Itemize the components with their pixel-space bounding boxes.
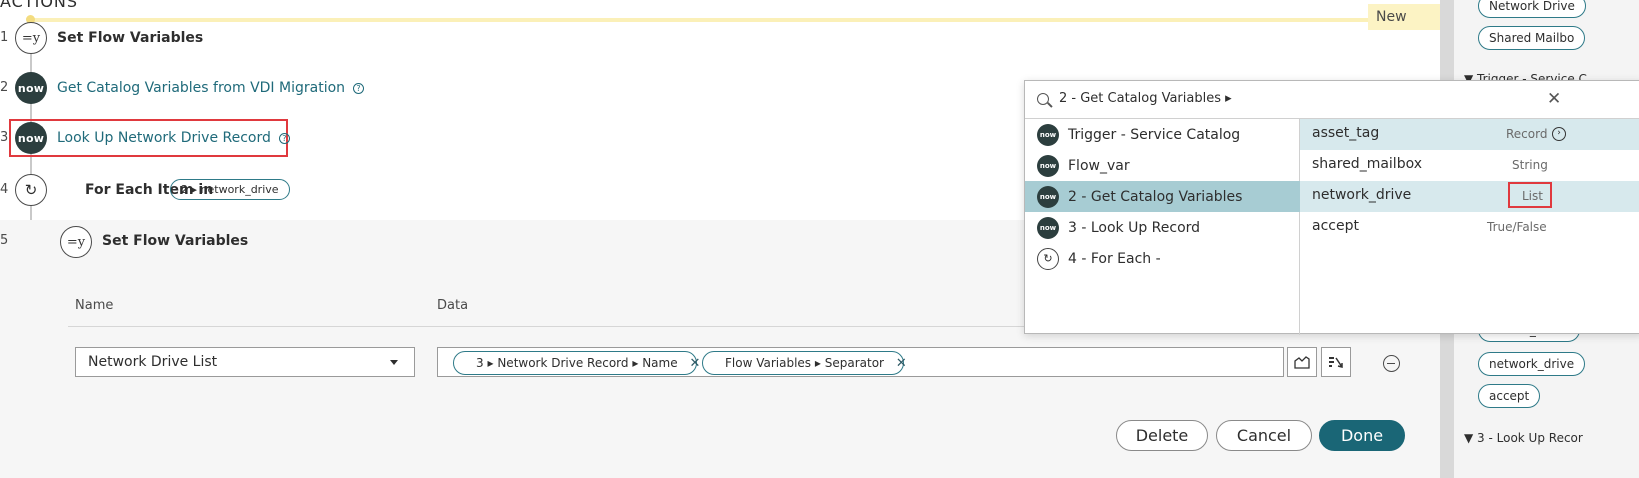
close-icon[interactable]: ✕	[1547, 89, 1561, 109]
highlight-box	[1508, 182, 1552, 208]
now-icon: now	[1037, 216, 1059, 239]
remove-row-icon[interactable]	[1383, 355, 1400, 372]
help-icon[interactable]: ?	[278, 132, 290, 144]
now-icon: now	[1037, 185, 1059, 208]
search-icon	[1037, 93, 1049, 105]
section-title: ACTIONS	[0, 0, 79, 11]
panel-title: Set Flow Variables	[102, 233, 249, 249]
done-button[interactable]: Done	[1319, 420, 1405, 451]
column-header-data: Data	[437, 298, 469, 313]
variable-name-select[interactable]: Network Drive List	[75, 347, 415, 377]
data-picker-icon	[1329, 357, 1343, 368]
list-item[interactable]: asset_tag Record ›	[1300, 119, 1639, 150]
search-input[interactable]: 2 - Get Catalog Variables ▸	[1059, 91, 1232, 106]
list-item[interactable]: now Flow_var	[1025, 150, 1300, 181]
now-icon: now	[1037, 154, 1059, 177]
data-picker-popup: 2 - Get Catalog Variables ▸ ✕ now Trigge…	[1024, 80, 1639, 335]
loop-icon: ↻	[1037, 247, 1059, 270]
list-item[interactable]: now 2 - Get Catalog Variables	[1025, 181, 1300, 212]
now-icon: now	[15, 72, 47, 104]
list-item[interactable]: now 3 - Look Up Record	[1025, 212, 1300, 243]
step-link[interactable]: Get Catalog Variables from VDI Migration…	[57, 80, 365, 96]
step-label[interactable]: Set Flow Variables	[57, 30, 203, 46]
data-pill[interactable]: 3 ▸ Network Drive Record ▸ Name ✕	[453, 351, 700, 375]
step-label[interactable]: Get Catalog Variables from VDI Migration	[57, 80, 345, 96]
step-number: 5	[0, 233, 9, 248]
help-icon[interactable]: ?	[353, 82, 365, 94]
delete-button[interactable]: Delete	[1116, 420, 1208, 451]
picker-search[interactable]: 2 - Get Catalog Variables ▸ ✕	[1025, 81, 1639, 119]
close-icon[interactable]: ✕	[896, 356, 907, 371]
data-pill[interactable]: network_drive	[1478, 352, 1586, 376]
new-insert-bar[interactable]	[30, 18, 1440, 22]
script-toggle-button[interactable]	[1287, 347, 1317, 377]
now-icon: now	[1037, 123, 1059, 146]
step-number: 1	[0, 30, 9, 45]
close-icon[interactable]: ✕	[689, 356, 700, 371]
step-link[interactable]: Look Up Network Drive Record?	[57, 130, 290, 146]
data-pill[interactable]: Flow Variables ▸ Separator ✕	[702, 351, 907, 375]
data-pill[interactable]: Network Drive	[1478, 0, 1586, 18]
data-input[interactable]: 3 ▸ Network Drive Record ▸ Name ✕ Flow V…	[437, 347, 1284, 377]
set-variables-icon: =y	[15, 22, 47, 54]
loop-icon: ↻	[15, 174, 47, 206]
script-icon	[1294, 356, 1310, 369]
picker-source-list: now Trigger - Service Catalog now Flow_v…	[1025, 119, 1300, 335]
step-label[interactable]: Look Up Network Drive Record	[57, 130, 271, 146]
chevron-right-icon[interactable]: ›	[1552, 127, 1566, 141]
cancel-button[interactable]: Cancel	[1216, 420, 1312, 451]
list-item[interactable]: network_drive List	[1300, 181, 1639, 212]
section-header[interactable]: ▼ 3 - Look Up Recor	[1464, 431, 1583, 445]
list-item[interactable]: accept True/False	[1300, 212, 1639, 243]
data-pill[interactable]: accept	[1478, 384, 1541, 408]
list-item[interactable]: ↻ 4 - For Each -	[1025, 243, 1300, 274]
list-item[interactable]: now Trigger - Service Catalog	[1025, 119, 1300, 150]
data-pill[interactable]: 2 ▸ network_drive	[170, 179, 290, 200]
data-picker-button[interactable]	[1321, 347, 1351, 377]
set-variables-icon: =y	[60, 226, 92, 258]
chevron-down-icon	[390, 360, 398, 365]
new-badge[interactable]: New	[1368, 4, 1440, 30]
now-icon: now	[15, 122, 47, 154]
data-pill[interactable]: Shared Mailbo	[1478, 26, 1586, 50]
step-number: 2	[0, 80, 9, 95]
column-header-name: Name	[75, 298, 114, 313]
picker-field-list: asset_tag Record › shared_mailbox String…	[1300, 119, 1639, 335]
step-number: 4	[0, 182, 9, 197]
list-item[interactable]: shared_mailbox String	[1300, 150, 1639, 181]
